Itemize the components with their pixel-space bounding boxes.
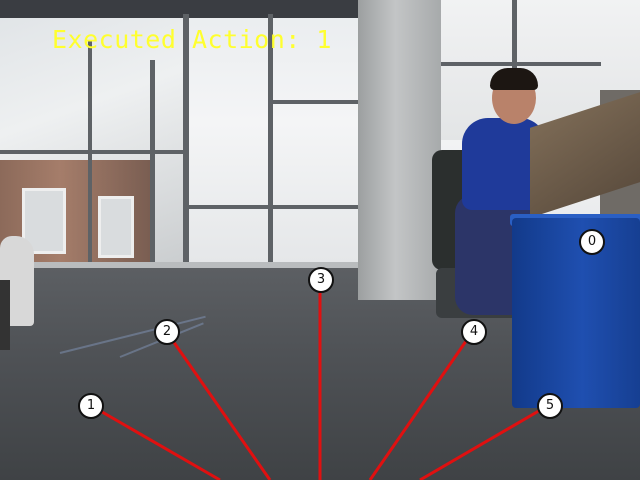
action-marker-2[interactable]: 2 [154,319,180,345]
action-ray-1 [89,403,221,480]
executed-action-status: Executed Action: 1 [52,25,332,54]
action-marker-4[interactable]: 4 [461,319,487,345]
camera-view: 0 1 2 3 4 5 Executed Action: 1 [0,0,640,480]
action-marker-5[interactable]: 5 [537,393,563,419]
action-marker-1[interactable]: 1 [78,393,104,419]
action-marker-0[interactable]: 0 [579,229,605,255]
action-ray-5 [419,403,550,480]
action-marker-3[interactable]: 3 [308,267,334,293]
